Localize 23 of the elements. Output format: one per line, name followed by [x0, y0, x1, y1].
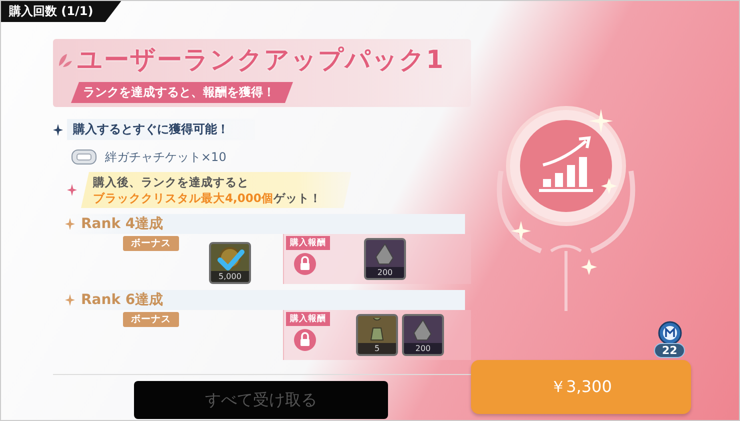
mileage-count: 22: [654, 343, 686, 358]
item-count: 5,000: [211, 271, 249, 282]
item-count: 200: [404, 343, 442, 354]
purchase-count-label: 購入回数 (1/1): [1, 1, 122, 22]
sparkle-icon: [67, 184, 77, 196]
sparkle-icon: [65, 218, 75, 230]
rank-title: Rank 6達成: [81, 291, 164, 309]
price-button[interactable]: ￥3,300: [471, 360, 691, 414]
ticket-reward: 絆ガチャチケット×10: [105, 148, 226, 166]
item-count: 5: [358, 343, 396, 354]
subtitle-ribbon: ランクを達成すると、報酬を獲得！: [71, 82, 293, 103]
rank-title: Rank 4達成: [81, 215, 164, 233]
bonus-tag: ボーナス: [123, 312, 179, 327]
leaf-icon: [57, 52, 73, 68]
purchase-reward-tag: 購入報酬: [286, 236, 330, 250]
sparkle-icon: [53, 124, 63, 136]
purchase-reward-tag: 購入報酬: [286, 312, 330, 326]
notice-text: 購入後、ランクを達成すると ブラッククリスタル最大4,000個ゲット！: [81, 172, 352, 208]
pack-title: ユーザーランクアップパック1: [77, 44, 444, 76]
ticket-icon: [71, 148, 97, 166]
item-count: 200: [366, 267, 404, 278]
bonus-tag: ボーナス: [123, 236, 179, 251]
sparkle-icon: [65, 294, 75, 306]
